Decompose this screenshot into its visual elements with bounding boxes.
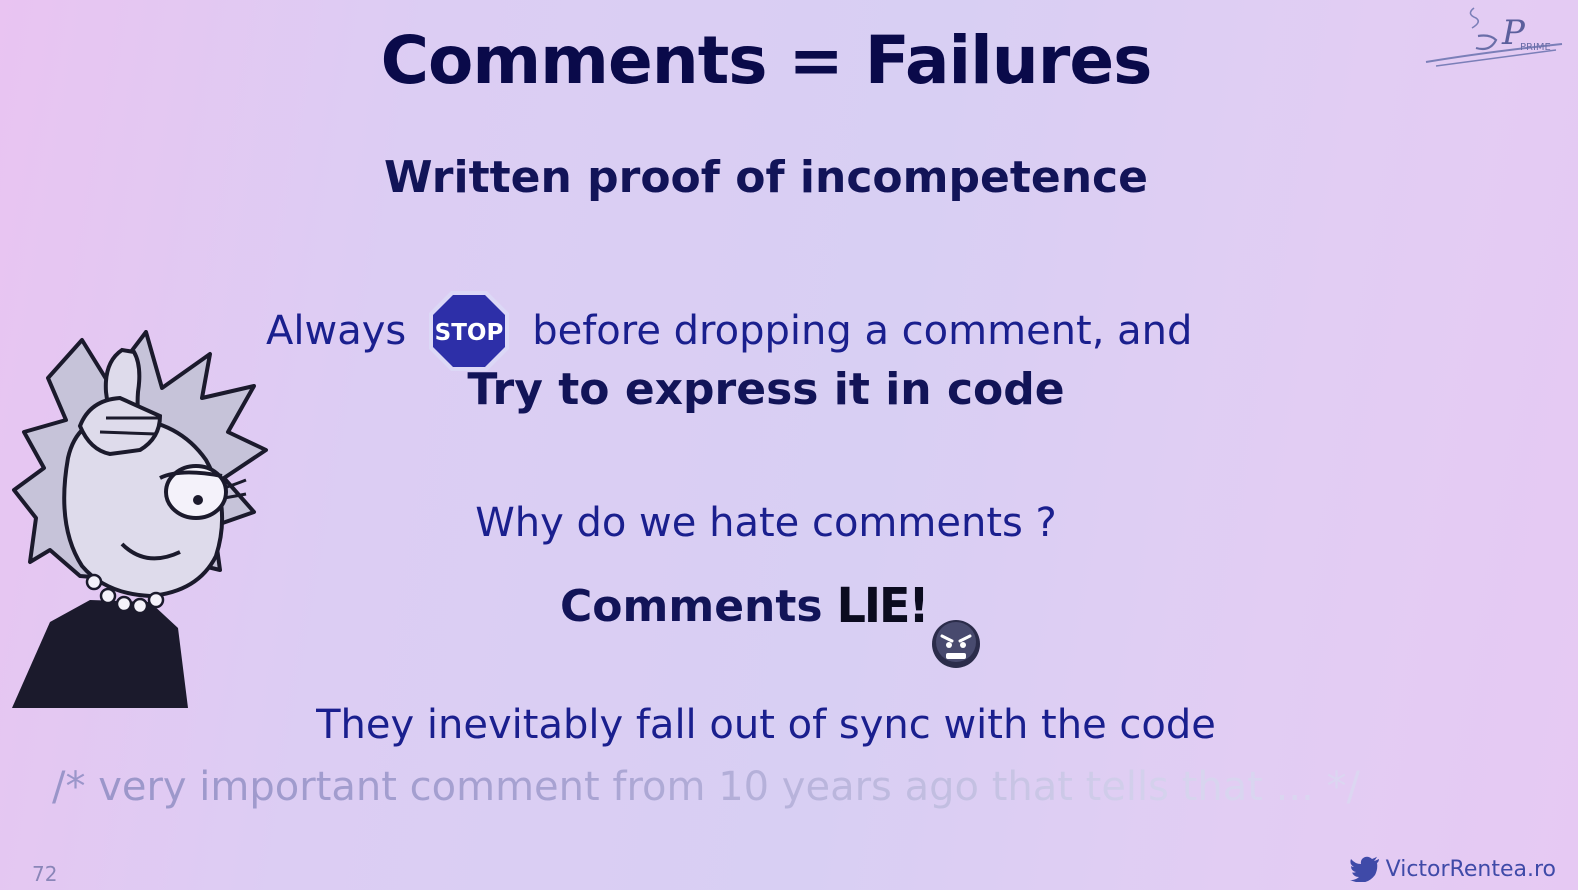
- comments-lie-line: Comments LIE!: [560, 576, 930, 634]
- slide: P PRIME Comments = Failures Written proo…: [0, 0, 1578, 890]
- slide-title: Comments = Failures: [380, 22, 1153, 99]
- angry-face-icon: [932, 620, 980, 668]
- comments-prefix: Comments: [560, 581, 823, 632]
- fading-comment: /* very important comment from 10 years …: [52, 764, 1360, 810]
- always-prefix: Always: [266, 308, 407, 354]
- always-line: Always STOP before dropping a comment, a…: [266, 288, 1192, 374]
- lie-exclamation: !: [908, 576, 929, 634]
- always-suffix: before dropping a comment, and: [532, 308, 1193, 354]
- footer-brand-text: VictorRentea.ro: [1385, 856, 1556, 882]
- lisa-simpson-loser-illustration: [12, 330, 268, 708]
- footer-brand[interactable]: VictorRentea.ro: [1349, 856, 1556, 882]
- twitter-icon: [1349, 856, 1379, 882]
- page-number: 72: [32, 862, 58, 886]
- stop-sign-icon: STOP: [429, 291, 510, 371]
- lie-text: LIE: [836, 576, 911, 634]
- lie-word: LIE!: [836, 576, 930, 634]
- slide-subtitle: Written proof of incompetence: [384, 152, 1148, 203]
- stop-sign-label: STOP: [435, 320, 504, 346]
